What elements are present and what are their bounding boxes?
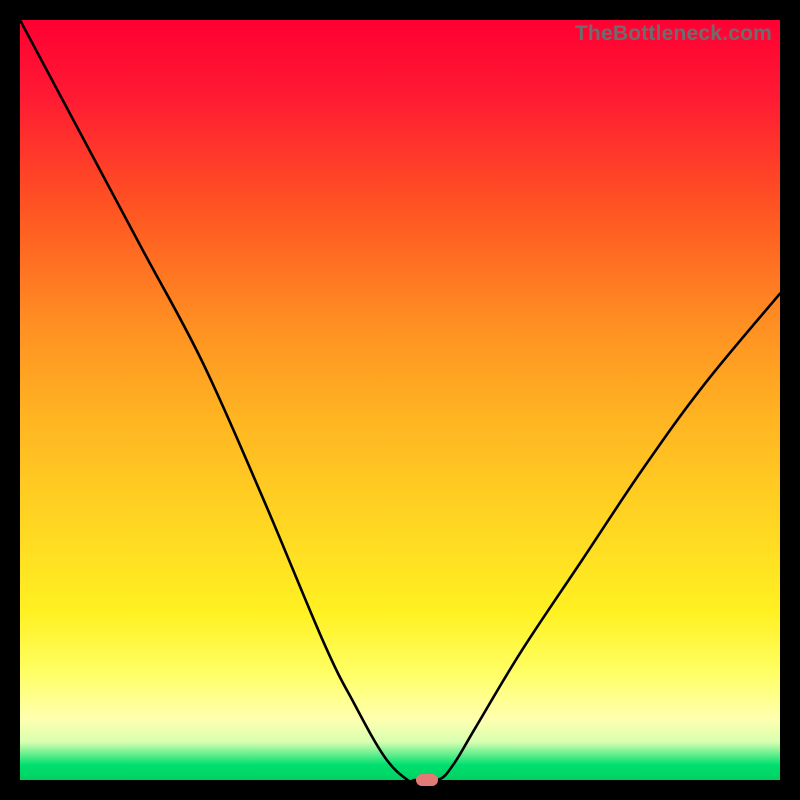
plot-area: TheBottleneck.com bbox=[20, 20, 780, 780]
bottleneck-curve bbox=[20, 20, 780, 780]
optimal-marker bbox=[416, 774, 438, 786]
chart-frame: TheBottleneck.com bbox=[0, 0, 800, 800]
